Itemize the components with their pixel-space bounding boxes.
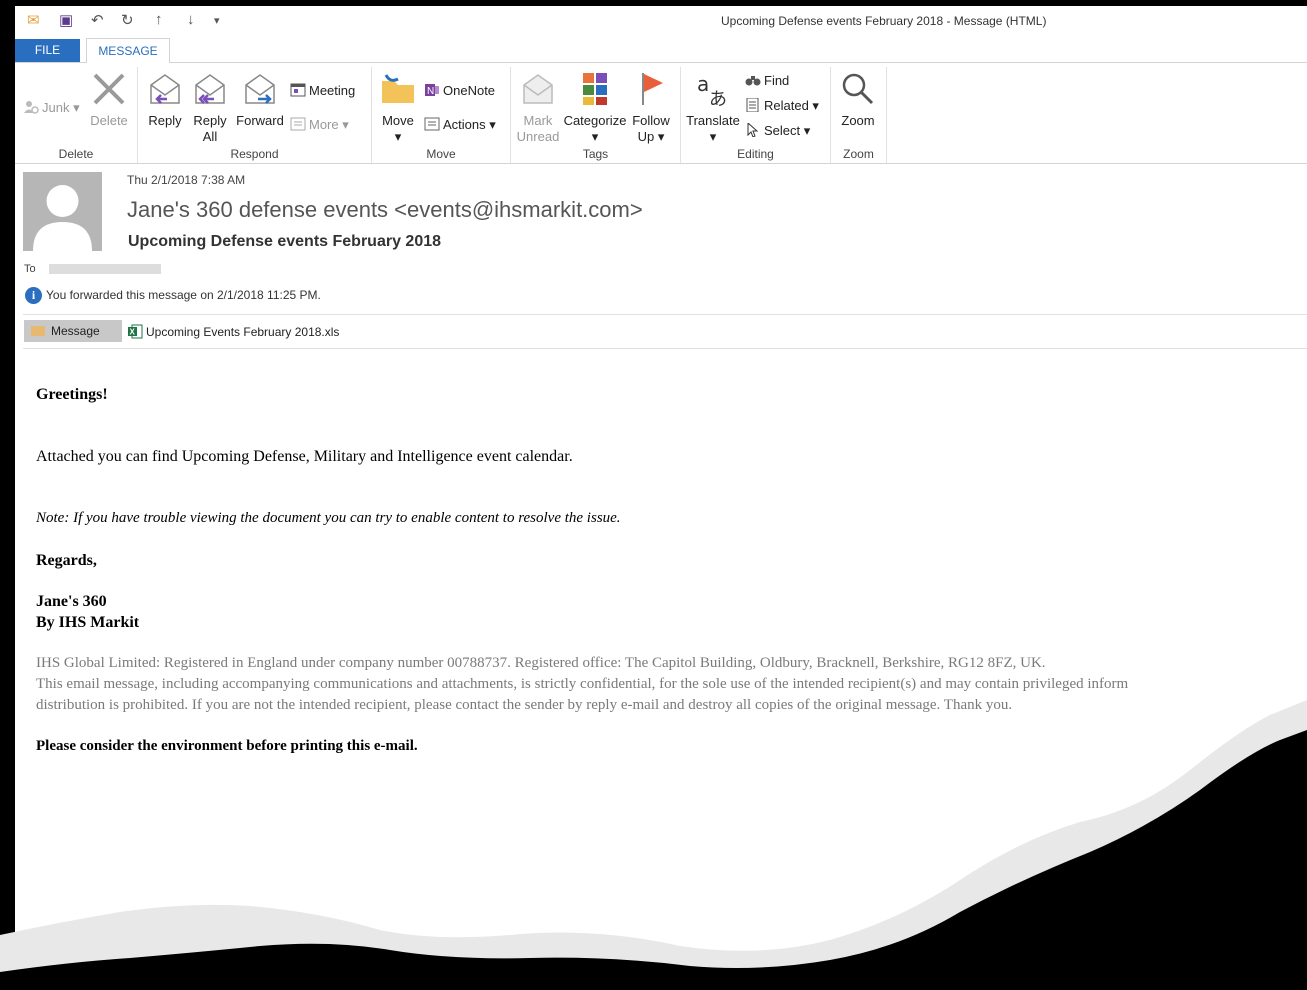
- recipient-redacted: [49, 264, 161, 274]
- tab-file[interactable]: FILE: [15, 39, 80, 62]
- delete-button[interactable]: Delete: [87, 71, 131, 129]
- flag-icon: [633, 71, 669, 107]
- svg-text:あ: あ: [709, 89, 727, 107]
- regards: Regards,: [36, 552, 97, 569]
- magnifier-icon: [840, 71, 876, 107]
- sent-date: Thu 2/1/2018 7:38 AM: [127, 173, 246, 187]
- ribbon-tabs: FILE MESSAGE: [15, 36, 1307, 64]
- body-line: Attached you can find Upcoming Defense, …: [36, 448, 573, 465]
- forwarded-info: You forwarded this message on 2/1/2018 1…: [46, 288, 321, 302]
- mail-icon: ✉: [27, 12, 40, 29]
- delete-x-icon: [91, 71, 127, 107]
- follow-up-button[interactable]: Follow Up ▾: [629, 71, 673, 145]
- environment-note: Please consider the environment before p…: [36, 738, 418, 754]
- svg-text:X: X: [130, 328, 136, 337]
- binoculars-icon: [745, 73, 761, 87]
- move-folder-icon: [380, 71, 416, 107]
- previous-item-icon[interactable]: ↑: [155, 11, 163, 28]
- outlook-message-window: ✉ ▣ ↶ ↻ ↑ ↓ ▾ Upcoming Defense events Fe…: [15, 6, 1307, 990]
- note-line: Note: If you have trouble viewing the do…: [36, 510, 621, 526]
- signature-company: By IHS Markit: [36, 614, 140, 631]
- select-button[interactable]: Select ▾: [745, 121, 810, 139]
- tab-message[interactable]: MESSAGE: [86, 38, 170, 64]
- junk-icon: [23, 100, 39, 114]
- save-icon[interactable]: ▣: [59, 11, 73, 29]
- translate-button[interactable]: aあ Translate ▾: [685, 71, 741, 145]
- signature-name: Jane's 360: [36, 593, 107, 610]
- window-title: Upcoming Defense events February 2018 - …: [721, 14, 1047, 28]
- actions-button[interactable]: Actions ▾: [424, 117, 496, 133]
- mark-unread-button[interactable]: Mark Unread: [515, 71, 561, 145]
- group-label-zoom: Zoom: [843, 147, 874, 161]
- meeting-button[interactable]: Meeting: [290, 83, 355, 98]
- group-move: Move ▾ N OneNote Actions ▾ Move: [372, 67, 511, 163]
- group-respond: Reply Reply All Forward Meeting More ▾ R…: [138, 67, 372, 163]
- person-placeholder-icon: [33, 185, 92, 251]
- onenote-button[interactable]: N OneNote: [424, 83, 495, 98]
- junk-button[interactable]: Junk ▾: [23, 100, 80, 116]
- group-label-delete: Delete: [58, 147, 94, 161]
- meeting-icon: [290, 83, 306, 97]
- svg-text:N: N: [427, 86, 434, 97]
- customize-quick-access-icon[interactable]: ▾: [214, 14, 220, 27]
- message-subject: Upcoming Defense events February 2018: [128, 233, 442, 250]
- group-label-editing: Editing: [737, 147, 774, 161]
- excel-icon: X: [128, 324, 143, 339]
- group-label-move: Move: [426, 147, 456, 161]
- legal-line: distribution is prohibited. If you are n…: [36, 697, 1013, 713]
- to-label: To: [24, 263, 36, 275]
- group-editing: aあ Translate ▾ Find Related ▾ Select ▾ Ed…: [681, 67, 831, 163]
- next-item-icon[interactable]: ↓: [187, 11, 195, 28]
- forward-button[interactable]: Forward: [235, 71, 285, 129]
- message-tab[interactable]: Message: [24, 320, 122, 342]
- greeting: Greetings!: [36, 386, 108, 403]
- group-zoom: Zoom Zoom: [831, 67, 887, 163]
- ribbon: Junk ▾ Delete Delete Reply Reply All For…: [15, 63, 1307, 164]
- sender[interactable]: Jane's 360 defense events <events@ihsmar…: [127, 197, 643, 223]
- reply-icon: [147, 71, 183, 107]
- zoom-button[interactable]: Zoom: [835, 71, 881, 129]
- translate-icon: aあ: [695, 71, 731, 110]
- attachment-xls[interactable]: X Upcoming Events February 2018.xls: [128, 324, 339, 339]
- legal-line: IHS Global Limited: Registered in Englan…: [36, 655, 1046, 671]
- group-delete: Junk ▾ Delete Delete: [15, 67, 138, 163]
- svg-text:a: a: [697, 72, 709, 96]
- onenote-icon: N: [424, 83, 440, 97]
- find-button[interactable]: Find: [745, 73, 789, 88]
- related-icon: [745, 97, 761, 113]
- divider: [23, 348, 1307, 349]
- group-label-respond: Respond: [230, 147, 279, 161]
- reply-all-icon: [192, 71, 228, 107]
- mark-unread-icon: [520, 71, 556, 107]
- categorize-button[interactable]: Categorize ▾: [563, 71, 627, 145]
- sender-avatar: [23, 172, 102, 251]
- group-tags: Mark Unread Categorize ▾ Follow Up ▾ Tags: [511, 67, 681, 163]
- reply-button[interactable]: Reply: [146, 71, 184, 129]
- undo-icon[interactable]: ↶: [91, 11, 104, 29]
- divider: [23, 314, 1307, 315]
- legal-line: This email message, including accompanyi…: [36, 676, 1129, 692]
- title-bar: ✉ ▣ ↶ ↻ ↑ ↓ ▾ Upcoming Defense events Fe…: [15, 6, 1307, 36]
- more-icon: [290, 117, 306, 131]
- reply-all-button[interactable]: Reply All: [190, 71, 230, 145]
- redo-icon[interactable]: ↻: [121, 11, 134, 29]
- actions-icon: [424, 117, 440, 131]
- forward-icon: [242, 71, 278, 107]
- group-label-tags: Tags: [582, 147, 609, 161]
- cursor-icon: [745, 121, 761, 138]
- info-icon: i: [25, 287, 42, 304]
- envelope-icon: [31, 326, 45, 336]
- more-respond-button[interactable]: More ▾: [290, 117, 349, 133]
- related-button[interactable]: Related ▾: [745, 97, 819, 114]
- move-button[interactable]: Move ▾: [378, 71, 418, 145]
- categorize-icon: [577, 71, 613, 107]
